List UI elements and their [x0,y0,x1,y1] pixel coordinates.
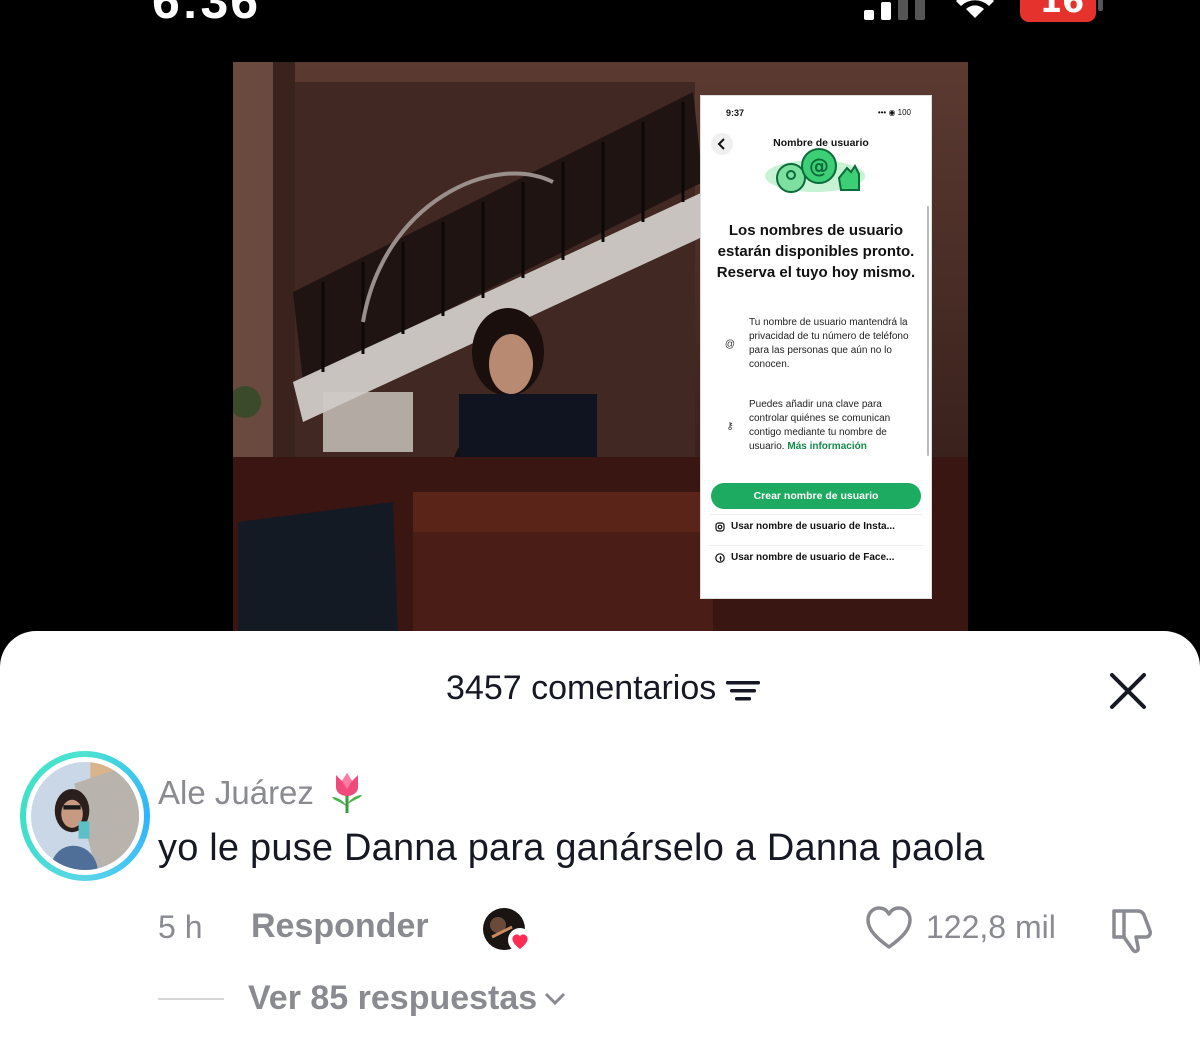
embedded-create-username-button: Crear nombre de usuario [711,483,921,509]
signal-icon [864,0,925,20]
avatar-photo [31,762,139,870]
embedded-key-row: ⚷ Puedes añadir una clave para controlar… [723,398,911,454]
embedded-phone-screenshot: 9:37 ••• ◉ 100 Nombre de usuario @ Los n… [700,95,932,599]
embedded-facebook-option: Usar nombre de usuario de Face... [709,545,923,569]
embedded-more-info-link: Más información [787,441,867,452]
embedded-headline: Los nombres de usuario estarán disponibl… [716,222,916,281]
embedded-facebook-label: Usar nombre de usuario de Face... [731,552,895,563]
comment-author[interactable]: Ale Juárez [158,771,366,815]
comments-header: 3457 comentarios [446,669,761,708]
filter-icon[interactable] [726,679,761,703]
comment-author-name: Ale Juárez [158,774,314,811]
battery-level: 16 [1039,0,1085,20]
facebook-icon [715,552,725,563]
reply-button[interactable]: Responder [251,907,429,946]
replies-divider [158,998,224,1000]
close-icon[interactable] [1108,671,1148,711]
embedded-instagram-option: Usar nombre de usuario de Insta... [709,514,923,538]
back-icon [711,133,733,155]
tulip-emoji-icon [331,773,362,813]
comment-text: yo le puse Danna para ganárselo a Danna … [158,827,985,869]
creator-liked-badge [483,908,532,952]
chevron-down-icon [545,992,566,1005]
like-count: 122,8 mil [926,909,1056,945]
embedded-privacy-text: Tu nombre de usuario mantendrá la privac… [749,317,909,370]
at-icon: @ [724,338,736,350]
wifi-icon [956,0,994,18]
embedded-privacy-row: @ Tu nombre de usuario mantendrá la priv… [723,316,911,372]
dislike-icon[interactable] [1108,903,1160,955]
embedded-instagram-label: Usar nombre de usuario de Insta... [731,521,895,532]
embedded-time: 9:37 [726,108,745,118]
view-replies-button[interactable]: Ver 85 respuestas [248,979,567,1018]
video-player[interactable]: 9:37 ••• ◉ 100 Nombre de usuario @ Los n… [233,62,968,637]
status-time: 6:36 [152,0,261,29]
avatar[interactable] [20,751,150,881]
username-illustration-icon: @ [765,148,865,193]
key-icon: ⚷ [726,420,734,432]
instagram-icon [715,521,725,532]
battery-icon: 16 [1020,0,1104,22]
comments-sheet: 3457 comentarios Ale Juárez yo le puse D… [0,631,1200,1051]
heart-icon[interactable] [865,905,913,951]
comments-count-title: 3457 comentarios [446,669,717,707]
embedded-scrollbar [927,206,929,456]
view-replies-label: Ver 85 respuestas [248,979,538,1017]
comment-time: 5 h [158,909,203,945]
svg-text:@: @ [809,154,829,178]
embedded-status-icons: ••• ◉ 100 [877,108,911,117]
